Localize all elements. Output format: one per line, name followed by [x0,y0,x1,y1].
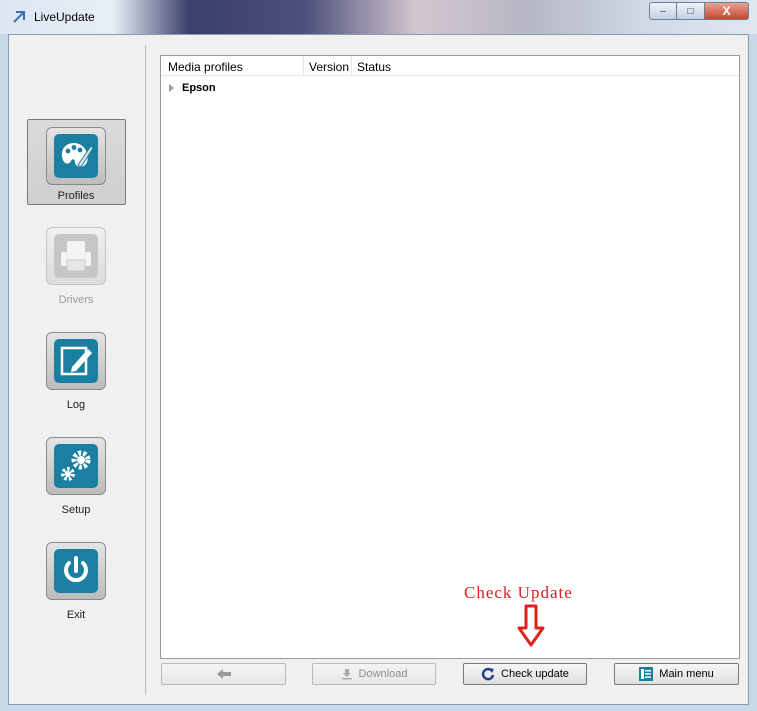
back-button[interactable] [161,663,286,685]
sidebar-divider [145,45,146,695]
main-menu-button[interactable]: Main menu [614,663,739,685]
download-button[interactable]: Download [312,663,436,685]
sidebar-button-profiles[interactable] [46,127,106,185]
maximize-icon: □ [687,5,694,17]
download-label: Download [358,668,408,680]
window-controls: – □ X [649,2,749,20]
gears-icon [54,444,98,488]
sidebar-label-profiles: Profiles [57,190,95,202]
minimize-icon: – [660,5,666,17]
minimize-button[interactable]: – [649,2,677,20]
app-icon [13,11,25,23]
annotation-label: Check Update [464,583,573,602]
refresh-icon [481,667,495,681]
liveupdate-window: LiveUpdate – □ X Profiles Drivers Log Se… [0,0,757,711]
sidebar-label-log: Log [66,399,86,411]
column-header-version[interactable]: Version [309,60,349,74]
sidebar-label-exit: Exit [66,609,86,621]
sidebar-item-setup[interactable] [46,437,106,495]
close-icon: X [722,4,731,18]
sidebar-item-exit[interactable] [46,542,106,600]
client-area: Profiles Drivers Log Setup Exit Media pr… [8,34,749,705]
media-profiles-list[interactable]: Media profiles Version Status Epson [160,55,740,659]
sidebar-label-drivers: Drivers [58,294,94,306]
column-header-media-profiles[interactable]: Media profiles [168,60,243,74]
column-divider[interactable] [303,56,304,75]
palette-icon [54,134,98,178]
title-bar[interactable]: LiveUpdate – □ X [0,0,757,34]
check-update-label: Check update [501,668,569,680]
check-update-button[interactable]: Check update [463,663,587,685]
window-title: LiveUpdate [34,10,95,24]
main-menu-label: Main menu [659,668,714,680]
maximize-button[interactable]: □ [677,2,705,20]
sidebar-item-log[interactable] [46,332,106,390]
download-icon [341,668,353,680]
main-menu-icon [639,667,654,681]
edit-icon [54,339,98,383]
annotation-arrow-icon [517,604,545,647]
sidebar-item-drivers[interactable] [46,227,106,285]
sidebar-label-setup: Setup [61,504,91,516]
power-icon [54,549,98,593]
printer-icon [54,234,98,278]
column-header-status[interactable]: Status [357,60,391,74]
list-item-label: Epson [182,82,216,94]
list-item[interactable]: Epson [169,82,216,94]
list-header: Media profiles Version Status [161,56,739,76]
expand-arrow-icon[interactable] [169,84,174,92]
column-divider[interactable] [351,56,352,75]
close-button[interactable]: X [705,2,749,20]
arrow-left-icon [216,669,231,679]
